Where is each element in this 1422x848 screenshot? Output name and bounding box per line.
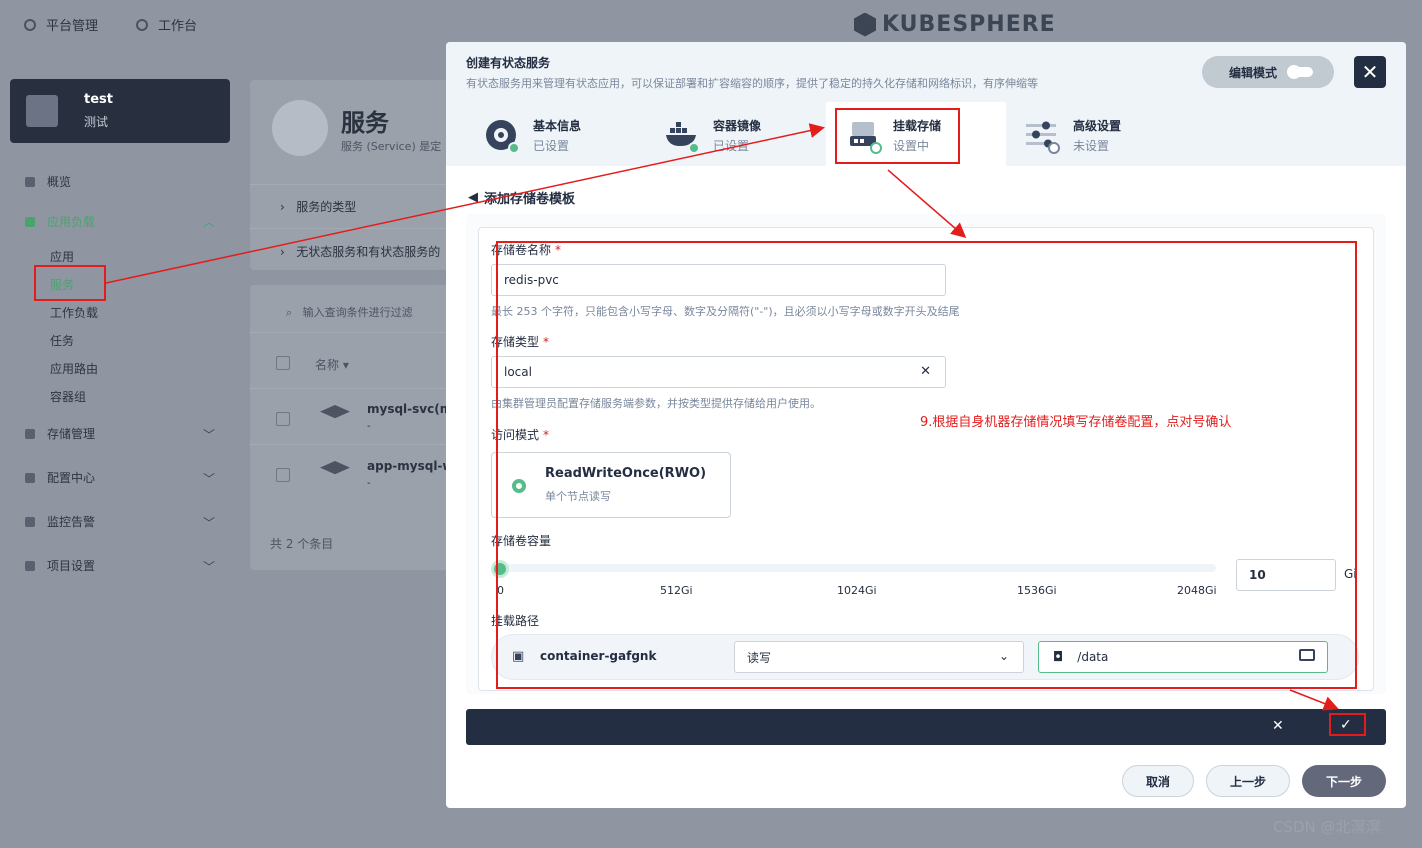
annotation-arrow (887, 169, 967, 238)
annotation-arrow (105, 123, 825, 284)
annotation-arrows (105, 123, 1339, 711)
annotation-arrow (1289, 689, 1339, 711)
watermark: CSDN @北溟溟 (1273, 818, 1381, 836)
